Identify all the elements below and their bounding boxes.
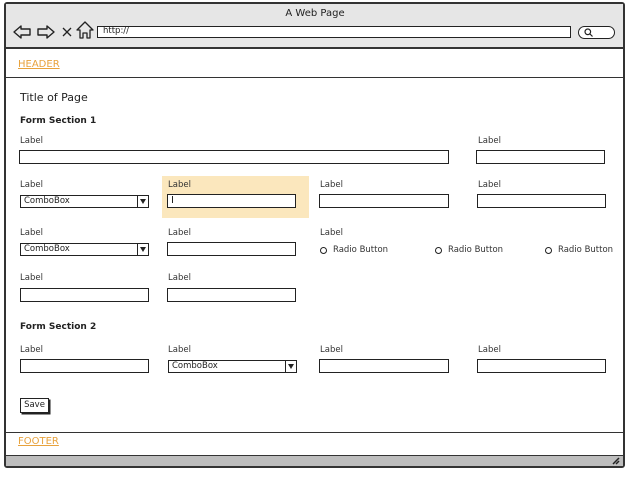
row4-field1-label: Label xyxy=(20,273,43,283)
radio-group-label: Label xyxy=(320,228,343,238)
combobox-value: ComboBox xyxy=(24,196,70,206)
s2-field3-text-field[interactable] xyxy=(319,359,449,373)
text-cursor xyxy=(172,196,173,203)
s2-field4-label: Label xyxy=(478,345,501,355)
close-x-icon[interactable] xyxy=(60,22,74,42)
save-button[interactable]: Save xyxy=(20,398,49,413)
combobox[interactable]: ComboBox xyxy=(20,195,149,208)
radio-button-3[interactable]: Radio Button xyxy=(545,245,613,255)
focused-text-field[interactable] xyxy=(167,194,296,208)
chevron-down-icon[interactable] xyxy=(285,361,296,372)
radio-button-2[interactable]: Radio Button xyxy=(435,245,503,255)
page-title: Title of Page xyxy=(20,91,88,104)
combobox-2[interactable]: ComboBox xyxy=(20,243,149,256)
row4-field1-text-field[interactable] xyxy=(20,288,149,302)
row3-field2-label: Label xyxy=(168,228,191,238)
home-icon[interactable] xyxy=(76,20,94,40)
combo2-label: Label xyxy=(20,228,43,238)
search-icon xyxy=(584,28,593,37)
window-title: A Web Page xyxy=(285,8,345,19)
right-field-label: Label xyxy=(478,136,501,146)
field4-label: Label xyxy=(478,180,501,190)
row4-field2-text-field[interactable] xyxy=(167,288,296,302)
field3-text-field[interactable] xyxy=(319,194,449,208)
field3-label: Label xyxy=(320,180,343,190)
combobox-2-value: ComboBox xyxy=(24,244,70,254)
resize-grip-icon[interactable] xyxy=(611,457,621,465)
radio-button-1[interactable]: Radio Button xyxy=(320,245,388,255)
right-text-field[interactable] xyxy=(476,150,605,164)
row3-field2-text-field[interactable] xyxy=(167,242,296,256)
wide-text-field[interactable] xyxy=(19,150,449,164)
s2-combo-label: Label xyxy=(168,345,191,355)
wide-field-label: Label xyxy=(20,136,43,146)
footer-link[interactable]: FOOTER xyxy=(18,436,59,447)
s2-field1-label: Label xyxy=(20,345,43,355)
s2-combobox[interactable]: ComboBox xyxy=(168,360,297,373)
s2-combobox-value: ComboBox xyxy=(172,361,218,371)
chevron-down-icon[interactable] xyxy=(137,244,148,255)
s2-field4-text-field[interactable] xyxy=(477,359,606,373)
footer-divider xyxy=(6,432,623,433)
header-divider xyxy=(6,77,623,78)
focused-field-label: Label xyxy=(168,180,191,190)
radio-icon xyxy=(435,246,442,254)
search-box[interactable] xyxy=(578,26,615,39)
s2-field3-label: Label xyxy=(320,345,343,355)
back-arrow-icon[interactable] xyxy=(12,22,32,42)
header-link[interactable]: HEADER xyxy=(18,59,60,70)
radio-icon xyxy=(320,246,327,254)
forward-arrow-icon[interactable] xyxy=(36,22,56,42)
section-2-title: Form Section 2 xyxy=(20,322,97,332)
url-input[interactable]: http:// xyxy=(97,26,571,38)
browser-window xyxy=(4,2,625,468)
status-bar xyxy=(6,455,623,466)
chevron-down-icon[interactable] xyxy=(137,196,148,207)
radio-icon xyxy=(545,246,552,254)
s2-field1-text-field[interactable] xyxy=(20,359,149,373)
combo-label: Label xyxy=(20,180,43,190)
section-1-title: Form Section 1 xyxy=(20,116,97,126)
field4-text-field[interactable] xyxy=(477,194,606,208)
row4-field2-label: Label xyxy=(168,273,191,283)
